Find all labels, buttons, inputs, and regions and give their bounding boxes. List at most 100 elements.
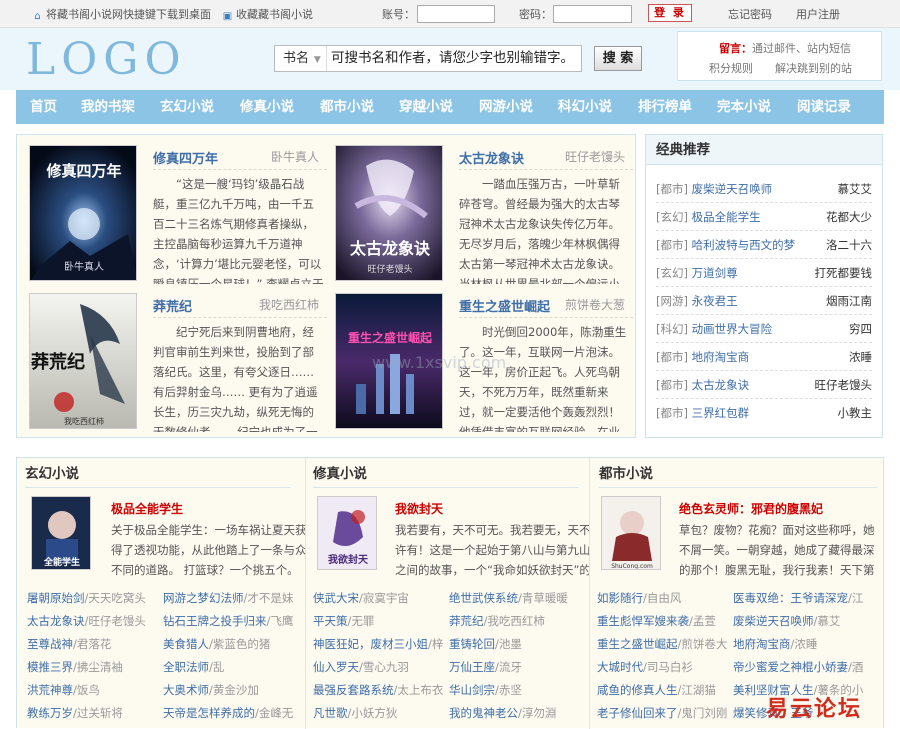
shortcut-link[interactable]: ⌂ 将藏书阁小说网快捷键下载到桌面 [32, 6, 211, 22]
list-item[interactable]: [科幻] 动画世界大冒险 穷四 [656, 315, 872, 343]
category-column: 修真小说 我欲封天 我欲封天 我若要有，天不可无。我若要无，天不许有！这是一个起… [301, 460, 591, 728]
list-item[interactable]: 美食猎人/紫蓝色的猪 [163, 636, 297, 652]
list-item[interactable]: 平天策/无罪 [313, 613, 445, 629]
cover-title-text: 太古龙象诀 [349, 239, 431, 258]
nav-completed[interactable]: 完本小说 [717, 90, 771, 124]
list-item[interactable]: 仙入罗天/雪心九羽 [313, 659, 445, 675]
list-item[interactable]: [网游] 永夜君王 烟雨江南 [656, 287, 872, 315]
nav-home[interactable]: 首页 [30, 90, 57, 124]
list-item[interactable]: 神医狂妃，废材三小姐/梓 [313, 636, 445, 652]
login-button[interactable]: 登 录 [648, 4, 692, 22]
list-item[interactable]: 绝世武侠系统/青草暖暖 [449, 590, 583, 606]
book-author-link[interactable]: 煎饼卷大葱 [565, 296, 625, 313]
cover-title-text: ShuCong.com [611, 563, 653, 570]
list-item[interactable]: 洪荒神尊/饭鸟 [27, 682, 159, 698]
column-title: 都市小说 [599, 460, 877, 488]
book-cover[interactable]: 太古龙象诀 旺仔老馒头 [335, 145, 443, 281]
search-button[interactable]: 搜 索 [594, 46, 642, 71]
nav-dushi[interactable]: 都市小说 [320, 90, 374, 124]
list-item[interactable]: [玄幻] 极品全能学生 花都大少 [656, 203, 872, 231]
list-item[interactable]: 天帝是怎样养成的/金峰无 [163, 705, 297, 721]
list-item[interactable]: 凡世歌/小妖方狄 [313, 705, 445, 721]
book-description: 关于极品全能学生：一场车祸让夏天获得了透视功能，从此他踏上了一条与众不同的道路。… [111, 523, 307, 577]
list-item[interactable]: 重生之盛世崛起/煎饼卷大 [597, 636, 729, 652]
book-title-link[interactable]: 极品全能学生 [111, 500, 183, 517]
recommend-title: 经典推荐 [646, 135, 882, 165]
featured-panel: 修真四万年 卧牛真人 修真四万年 卧牛真人 “这是一艘‘玛钧’级晶石战艇，重三亿… [16, 134, 636, 438]
nav-chuanyue[interactable]: 穿越小说 [399, 90, 453, 124]
list-item[interactable]: 帝少蜜爱之神棍小娇妻/酒 [733, 659, 877, 675]
book-title-link[interactable]: 重生之盛世崛起 [459, 296, 550, 315]
book-cover[interactable]: 全能学生 [31, 496, 91, 570]
nav-xuanhuan[interactable]: 玄幻小说 [160, 90, 214, 124]
list-item[interactable]: 废柴逆天召唤师/慕艾 [733, 613, 877, 629]
list-item[interactable]: 大城时代/司马白衫 [597, 659, 729, 675]
book-description: 草包？废物？花痴？面对这些称呼，她不屑一笑。一朝穿越，她成了藏得最深的那个！腹黑… [679, 523, 875, 577]
recommend-panel: 经典推荐 [都市] 废柴逆天召唤师 慕艾艾 [玄幻] 极品全能学生 花都大少 [都市… [645, 134, 883, 438]
list-item[interactable]: [都市] 地府淘宝商 浓睡 [656, 343, 872, 371]
list-item[interactable]: 华山剑宗/赤坚 [449, 682, 583, 698]
redirect-help-link[interactable]: 解决跳到别的站 [775, 62, 852, 75]
list-item[interactable]: 大奥术师/黄金沙加 [163, 682, 297, 698]
points-rule-link[interactable]: 积分规则 [709, 62, 753, 75]
account-input[interactable] [417, 5, 495, 23]
book-cover[interactable]: 莽荒纪 我吃西红柿 [29, 293, 137, 429]
book-cover[interactable]: ShuCong.com [601, 496, 661, 570]
list-item[interactable]: 万仙王座/流牙 [449, 659, 583, 675]
search-input[interactable]: 可搜书名和作者，请您少字也别输错字。 [331, 46, 574, 71]
list-item[interactable]: [都市] 三界红包群 小教主 [656, 399, 872, 427]
list-item[interactable]: 最强反套路系统/太上布衣 [313, 682, 445, 698]
book-title-link[interactable]: 我欲封天 [395, 500, 443, 517]
top-bar: ⌂ 将藏书阁小说网快捷键下载到桌面 ▣ 收藏藏书阁小说 账号： 密码： 登 录 忘记… [0, 0, 900, 28]
list-item[interactable]: [都市] 哈利波特与西文的梦 洛二十六 [656, 231, 872, 259]
nav-wangyou[interactable]: 网游小说 [479, 90, 533, 124]
book-title-link[interactable]: 莽荒纪 [153, 296, 192, 315]
book-cover[interactable]: 我欲封天 [317, 496, 377, 570]
search-box[interactable]: 书名 ▼ 可搜书名和作者，请您少字也别输错字。 [274, 45, 582, 72]
nav-ranking[interactable]: 排行榜单 [638, 90, 692, 124]
list-item[interactable]: 太古龙象诀/旺仔老馒头 [27, 613, 159, 629]
list-item[interactable]: 老子修仙回来了/鬼门刘刚 [597, 705, 729, 721]
column-title: 玄幻小说 [25, 460, 291, 488]
forgot-password-link[interactable]: 忘记密码 [728, 6, 772, 22]
favorite-link[interactable]: ▣ 收藏藏书阁小说 [222, 6, 313, 22]
list-item[interactable]: 医毒双绝：王爷请深宠/江 [733, 590, 877, 606]
list-item[interactable]: [玄幻] 万道剑尊 打死都要钱 [656, 259, 872, 287]
password-input[interactable] [553, 5, 632, 23]
list-item[interactable]: 网游之梦幻法师/才不是妹 [163, 590, 297, 606]
list-item[interactable]: 教练万岁/过关斩将 [27, 705, 159, 721]
list-item[interactable]: 全职法师/乱 [163, 659, 297, 675]
nav-xiuzhen[interactable]: 修真小说 [240, 90, 294, 124]
list-item[interactable]: 莽荒纪/我吃西红柿 [449, 613, 583, 629]
site-logo[interactable]: LOGO [26, 34, 187, 86]
list-item[interactable]: 重铸轮回/池墨 [449, 636, 583, 652]
book-author-link[interactable]: 旺仔老馒头 [565, 148, 625, 165]
list-item[interactable]: 模推三界/拂尘清袖 [27, 659, 159, 675]
nav-bookshelf[interactable]: 我的书架 [81, 90, 135, 124]
book-title-link[interactable]: 修真四万年 [153, 148, 218, 167]
list-item[interactable]: 我的鬼神老公/淳勿淵 [449, 705, 583, 721]
list-item[interactable]: 钻石王牌之投手归来/飞鹰 [163, 613, 297, 629]
list-item[interactable]: [都市] 废柴逆天召唤师 慕艾艾 [656, 175, 872, 203]
list-item[interactable]: 地府淘宝商/浓睡 [733, 636, 877, 652]
book-author-link[interactable]: 我吃西红柿 [259, 296, 319, 313]
book-title-link[interactable]: 太古龙象诀 [459, 148, 524, 167]
nav-history[interactable]: 阅读记录 [797, 90, 851, 124]
list-item[interactable]: 重生彪悍军嫂来袭/孟萱 [597, 613, 729, 629]
book-title-link[interactable]: 绝色玄灵师：邪君的腹黑妃 [679, 500, 823, 517]
list-item[interactable]: 如影随行/自由风 [597, 590, 729, 606]
search-type-select[interactable]: 书名 ▼ [275, 46, 327, 71]
cover-author-text: 卧牛真人 [64, 260, 104, 273]
list-item[interactable]: [都市] 太古龙象诀 旺仔老馒头 [656, 371, 872, 399]
list-item[interactable]: 至尊战神/君落花 [27, 636, 159, 652]
list-item[interactable]: 侠武大宋/寂寞宇宙 [313, 590, 445, 606]
nav-kehuan[interactable]: 科幻小说 [558, 90, 612, 124]
register-link[interactable]: 用户注册 [796, 6, 840, 22]
book-cover[interactable]: 修真四万年 卧牛真人 [29, 145, 137, 281]
list-item[interactable]: 屠朝原始剑/天天吃窝头 [27, 590, 159, 606]
list-item[interactable]: 咸鱼的修真人生/江湖猫 [597, 682, 729, 698]
cover-author-text: 旺仔老馒头 [367, 263, 412, 275]
notice-text[interactable]: 通过邮件、站内短信 [752, 42, 851, 55]
home-icon: ⌂ [34, 11, 41, 22]
book-author-link[interactable]: 卧牛真人 [271, 148, 319, 165]
